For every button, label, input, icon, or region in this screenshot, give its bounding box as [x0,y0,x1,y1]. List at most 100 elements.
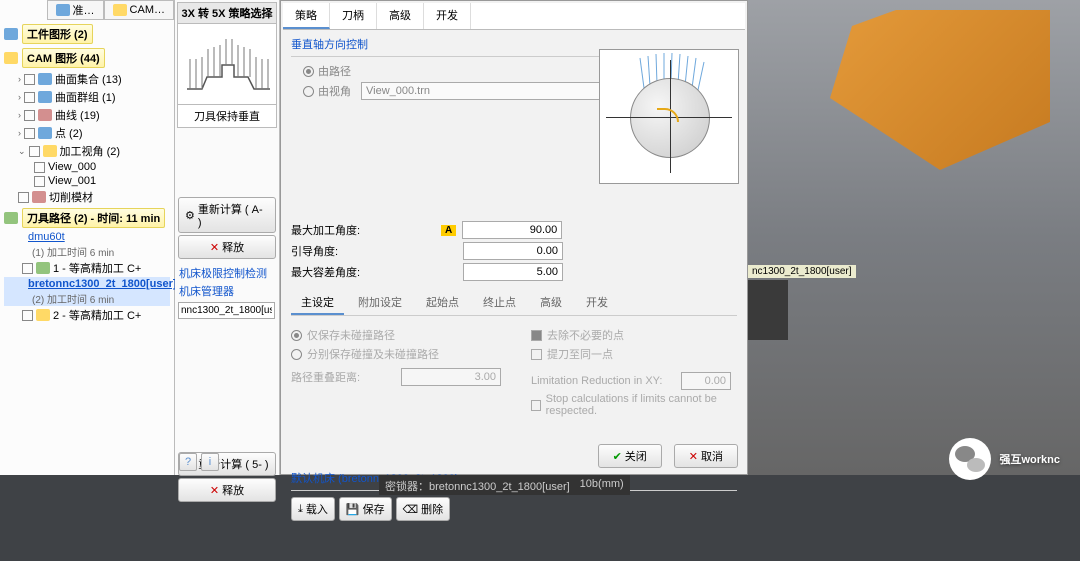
dialog-tab-holder[interactable]: 刀柄 [330,3,377,29]
prep-icon [56,4,70,16]
release-button-2[interactable]: ✕释放 [178,478,276,502]
checkbox-icon [531,349,542,360]
camgeom-icon [4,52,18,64]
tolerance-angle-input[interactable]: 5.00 [463,263,563,281]
overlap-label: 路径重叠距离: [291,369,401,385]
subtab-extra[interactable]: 附加设定 [348,291,412,315]
item-label: 2 - 等高精加工 C+ [53,307,141,323]
tree-section-camgeom[interactable]: CAM 图形 (44) [4,46,170,70]
dialog-tab-develop[interactable]: 开发 [424,3,471,29]
item-label: 加工视角 (2) [60,143,121,159]
load-icon: ⤓ [298,503,303,516]
subtab-dev[interactable]: 开发 [576,291,618,315]
item-label: 曲面群组 (1) [55,89,116,105]
tree-item-surfacegroup[interactable]: ›曲面群组 (1) [4,88,170,106]
strategy-caption: 刀具保持垂直 [178,104,276,127]
button-label: 删除 [421,501,443,517]
button-label: 释放 [222,239,244,255]
checkbox[interactable] [24,74,35,85]
check-stop-calc[interactable]: Stop calculations if limits cannot be re… [531,393,737,417]
item-label: View_001 [48,175,96,187]
toolbar-tab-cam[interactable]: CAM… [104,0,174,20]
tree-section-workpiece[interactable]: 工件图形 (2) [4,22,170,46]
orientation-preview[interactable] [599,49,739,184]
radio-icon [303,66,314,77]
tree-item-surfaceset[interactable]: ›曲面集合 (13) [4,70,170,88]
tree-item-view000[interactable]: View_000 [4,160,170,174]
subtab-adv[interactable]: 高级 [530,291,572,315]
radio-save-safe-only[interactable]: 仅保存未碰撞路径 [291,327,501,343]
item-label: bretonnc1300_2t_1800[user] [28,278,177,290]
item-subtext: (2) 加工时间 6 min [4,291,170,306]
dialog-tab-strategy[interactable]: 策略 [283,3,330,29]
lead-angle-input[interactable]: 0.00 [463,242,563,260]
subtab-main[interactable]: 主设定 [291,291,344,315]
tree-item-points[interactable]: › 点 (2) [4,124,170,142]
toolbar-tab-prep[interactable]: 准… [47,0,104,20]
check-remove-points[interactable]: 去除不必要的点 [531,327,737,343]
help-button[interactable]: ? [179,453,197,471]
tree-item-stockmodel[interactable]: 切削模材 [4,188,170,206]
item-label: 点 (2) [55,125,83,141]
subtab-start[interactable]: 起始点 [416,291,469,315]
radio-icon [291,349,302,360]
button-label: 重新计算 ( A- ) [198,201,269,229]
section-workpiece-title: 工件图形 (2) [22,24,93,44]
machine-manager-input[interactable] [178,302,275,319]
save-button[interactable]: 💾保存 [339,497,392,521]
load-button[interactable]: ⤓载入 [291,497,335,521]
checkbox[interactable] [22,310,33,321]
tree-item-op1[interactable]: 1 - 等高精加工 C+ [4,259,170,277]
status-bar: 密锁器：bretonnc1300_2t_1800[user] 10b(mm) [379,475,630,495]
strategy-thumbnail[interactable] [178,24,276,104]
check-retract-same[interactable]: 提刀至同一点 [531,346,737,362]
checkbox[interactable] [34,176,45,187]
checkbox-icon [531,400,541,411]
section-camgeom-title: CAM 图形 (44) [22,48,105,68]
max-angle-label: 最大加工角度: [291,222,441,238]
release-button[interactable]: ✕释放 [178,235,276,259]
chevron-right-icon: › [18,110,21,120]
chevron-right-icon: › [18,128,21,138]
tree-item-viewangle[interactable]: ⌄ 加工视角 (2) [4,142,170,160]
option-label: 仅保存未碰撞路径 [307,327,395,343]
tree-item-dmu60t[interactable]: dmu60t [4,230,170,244]
delete-button[interactable]: ⌫删除 [396,497,451,521]
checkbox[interactable] [18,192,29,203]
radio-save-both[interactable]: 分别保存碰撞及未碰撞路径 [291,346,501,362]
tree-item-view001[interactable]: View_001 [4,174,170,188]
close-icon: ✕ [689,450,698,463]
subtab-end[interactable]: 终止点 [473,291,526,315]
3d-viewport[interactable]: nc1300_2t_1800[user] [748,0,1080,475]
checkbox[interactable] [24,92,35,103]
tree-item-bretonnc[interactable]: bretonnc1300_2t_1800[user] [4,277,170,291]
strategy-title: 3X 转 5X 策略选择 [178,3,276,24]
dialog-tab-advanced[interactable]: 高级 [377,3,424,29]
checkbox[interactable] [22,263,33,274]
checkbox-icon [531,330,542,341]
cancel-button[interactable]: ✕取消 [674,444,738,468]
close-button[interactable]: ✔关闭 [598,444,662,468]
button-label: 取消 [701,448,723,464]
overlap-input[interactable]: 3.00 [401,368,501,386]
strategy-settings-dialog: 策略 刀柄 高级 开发 垂直轴方向控制 由路径 由视角▾ 最大加工角度:A90.… [280,0,748,475]
close-icon: ✕ [210,484,219,497]
recalculate-a-button[interactable]: ⚙重新计算 ( A- ) [178,197,276,233]
info-button[interactable]: i [201,453,219,471]
chevron-down-icon: ⌄ [18,146,26,157]
toolpath-icon [4,212,18,224]
limitation-input[interactable]: 0.00 [681,372,731,390]
strategy-strip-panel: 3X 转 5X 策略选择 刀具保持垂直 ⚙重新计算 ( A- ) ✕释放 机床极… [175,0,280,475]
button-label: 释放 [222,482,244,498]
checkbox[interactable] [24,110,35,121]
tree-item-curves[interactable]: ›曲线 (19) [4,106,170,124]
checkbox[interactable] [24,128,35,139]
tree-section-toolpaths[interactable]: 刀具路径 (2) - 时间: 11 min [4,206,170,230]
surface-icon [38,73,52,85]
limitation-label: Limitation Reduction in XY: [531,375,681,387]
checkbox[interactable] [29,146,40,157]
tree-item-op2[interactable]: 2 - 等高精加工 C+ [4,306,170,324]
checkbox[interactable] [34,162,45,173]
max-angle-input[interactable]: 90.00 [462,221,562,239]
option-label: 分别保存碰撞及未碰撞路径 [307,346,439,362]
